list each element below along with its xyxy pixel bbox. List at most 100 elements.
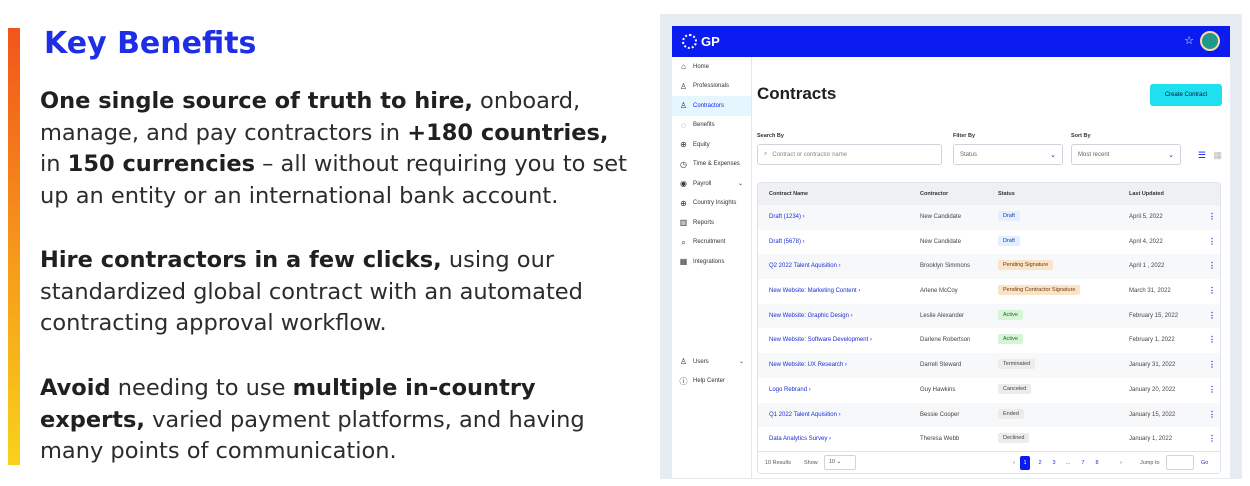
page-number[interactable]: 3 [1049, 456, 1059, 470]
column-header[interactable]: Contractor [920, 191, 948, 197]
jump-to-input[interactable] [1166, 455, 1194, 470]
more-options-icon[interactable]: ⋮ [1208, 410, 1216, 419]
more-options-icon[interactable]: ⋮ [1208, 434, 1216, 443]
sidebar-item-users[interactable]: ♙ Users ⌄ [672, 352, 752, 372]
filter-value: Status [960, 151, 978, 158]
sidebar-nav: ⌂ Home ♙ Professionals ♙ Contractors ◌ Benefits… [672, 57, 751, 272]
column-header[interactable]: Status [998, 191, 1015, 197]
table-row[interactable]: New Website: Marketing Content › Arlene M… [758, 279, 1220, 304]
equity-icon: ⊕ [680, 140, 687, 150]
sidebar-item-reports[interactable]: ▥ Reports [672, 213, 751, 233]
more-options-icon[interactable]: ⋮ [1208, 311, 1216, 320]
sidebar-item-label: Payroll [693, 180, 712, 187]
sidebar-item-label: Help Center [693, 378, 726, 385]
more-options-icon[interactable]: ⋮ [1208, 212, 1216, 221]
contract-name-link[interactable]: Q1 2022 Talent Aquisition › [769, 412, 841, 418]
search-icon: ⌕ [764, 151, 768, 157]
avatar[interactable] [1200, 31, 1220, 51]
create-contract-button[interactable]: Create Contract [1150, 84, 1222, 106]
search-placeholder: Contract or contractor name [772, 151, 848, 158]
contract-name-link[interactable]: New Website: Software Development › [769, 337, 872, 343]
sidebar-item-benefits[interactable]: ◌ Benefits [672, 116, 751, 136]
grid-view-icon[interactable]: ▦ [1213, 150, 1222, 161]
last-updated: January 20, 2022 [1129, 386, 1176, 393]
table-row[interactable]: New Website: UX Research › Darrell Stewar… [758, 353, 1220, 378]
page-number[interactable]: 8 [1092, 456, 1102, 470]
sidebar-item-help-center[interactable]: ⓘ Help Center [672, 372, 752, 392]
sidebar-item-time-expenses[interactable]: ◷ Time & Expenses [672, 155, 751, 175]
last-updated: January 1, 2022 [1129, 436, 1173, 443]
sidebar-item-label: Integrations [693, 258, 725, 265]
table-body: Draft (1234) › New Candidate Draft April 5,… [758, 205, 1220, 452]
contract-name-link[interactable]: Q2 2022 Talent Aquisition › [769, 263, 841, 269]
contract-name: New Website: Software Development [769, 337, 869, 344]
status-badge: Terminated [998, 359, 1036, 370]
prev-page-icon[interactable]: ‹ [1009, 456, 1019, 470]
column-header[interactable]: Contract Name [769, 191, 808, 197]
page-number[interactable]: 2 [1035, 456, 1045, 470]
contracts-table: Contract Name Contractor Status Last Upd… [757, 182, 1221, 474]
list-view-icon[interactable]: ☰ [1198, 150, 1206, 161]
contract-name-link[interactable]: Draft (1234) › [769, 214, 805, 220]
reports-icon: ▥ [679, 218, 688, 228]
contract-name: Logo Rebrand [769, 386, 808, 393]
sidebar-item-payroll[interactable]: ◉ Payroll ⌄ [672, 174, 751, 194]
page-number[interactable]: 7 [1078, 456, 1088, 470]
app-logo[interactable]: GP [682, 34, 720, 49]
sidebar-item-professionals[interactable]: ♙ Professionals [672, 77, 751, 97]
more-options-icon[interactable]: ⋮ [1208, 385, 1216, 394]
last-updated: April 1 , 2022 [1129, 263, 1165, 270]
more-options-icon[interactable]: ⋮ [1208, 286, 1216, 295]
sidebar-item-label: Reports [693, 219, 715, 226]
contract-name-link[interactable]: Data Analytics Survey › [769, 436, 831, 442]
next-page-icon[interactable]: › [1116, 456, 1126, 470]
more-options-icon[interactable]: ⋮ [1208, 261, 1216, 270]
page-number[interactable]: 1 [1020, 456, 1030, 470]
contractors-icon: ♙ [679, 101, 688, 111]
more-options-icon[interactable]: ⋮ [1208, 335, 1216, 344]
more-options-icon[interactable]: ⋮ [1208, 360, 1216, 369]
table-row[interactable]: Data Analytics Survey › Theresa Webb Decli… [758, 427, 1220, 452]
last-updated: February 1, 2022 [1129, 337, 1175, 344]
contract-name-link[interactable]: Draft (5678) › [769, 239, 805, 245]
filter-select[interactable]: Status ⌄ [953, 144, 1063, 165]
sidebar-item-integrations[interactable]: ▦ Integrations [672, 252, 751, 272]
table-row[interactable]: Q1 2022 Talent Aquisition › Bessie Cooper… [758, 402, 1220, 428]
contract-name-link[interactable]: New Website: Marketing Content › [769, 288, 860, 294]
table-row[interactable]: New Website: Graphic Design › Leslie Alex… [758, 303, 1220, 329]
star-icon[interactable]: ☆ [1184, 34, 1194, 47]
go-button[interactable]: Go [1201, 460, 1208, 466]
column-header[interactable]: Last Updated [1129, 191, 1164, 197]
bold-text: Hire contractors in a few clicks, [40, 247, 442, 273]
sidebar-item-home[interactable]: ⌂ Home [672, 57, 751, 77]
table-row[interactable]: Draft (1234) › New Candidate Draft April 5,… [758, 205, 1220, 230]
main-content: Contracts Create Contract Search By ⌕ Con… [753, 57, 1230, 478]
filter-by-label: Filter By [953, 133, 976, 139]
table-row[interactable]: Draft (5678) › New Candidate Draft April 4,… [758, 230, 1220, 255]
contractor-name: Darrell Steward [920, 362, 962, 369]
more-options-icon[interactable]: ⋮ [1208, 237, 1216, 246]
table-row[interactable]: Q2 2022 Talent Aquisition › Brooklyn Simm… [758, 254, 1220, 280]
last-updated: February 15, 2022 [1129, 312, 1179, 319]
sidebar-item-equity[interactable]: ⊕ Equity [672, 135, 751, 155]
chevron-down-icon: ⌄ [1168, 151, 1174, 159]
contract-name-link[interactable]: New Website: Graphic Design › [769, 313, 853, 319]
sort-select[interactable]: Most recent ⌄ [1071, 144, 1181, 165]
sidebar-item-country-insights[interactable]: ⊕ Country Insights [672, 194, 751, 214]
app-window: GP ☆ ⌂ Home ♙ Professionals ♙ Contractors ◌ Ben… [672, 26, 1230, 478]
sidebar-item-recruitment[interactable]: ⌕ Recruitment [672, 233, 751, 253]
bold-text: One single source of truth to hire, [40, 88, 473, 114]
search-input[interactable]: ⌕ Contract or contractor name [757, 144, 942, 165]
body-text: needing to use [110, 375, 293, 401]
sidebar: ⌂ Home ♙ Professionals ♙ Contractors ◌ Benefits… [672, 57, 752, 478]
sidebar-item-contractors[interactable]: ♙ Contractors [672, 96, 751, 116]
table-row[interactable]: New Website: Software Development › Darle… [758, 328, 1220, 353]
chevron-down-icon: ⌄ [738, 359, 744, 366]
app-screenshot-frame: GP ☆ ⌂ Home ♙ Professionals ♙ Contractors ◌ Ben… [660, 14, 1242, 479]
contractor-name: Darlene Robertson [920, 337, 971, 344]
contract-name: Q1 2022 Talent Aquisition [769, 411, 837, 418]
contract-name-link[interactable]: Logo Rebrand › [769, 387, 811, 393]
page-size-select[interactable]: 10 ⌄ [824, 455, 856, 470]
table-row[interactable]: Logo Rebrand › Guy Hawkins Canceled January… [758, 378, 1220, 403]
contract-name-link[interactable]: New Website: UX Research › [769, 362, 847, 368]
